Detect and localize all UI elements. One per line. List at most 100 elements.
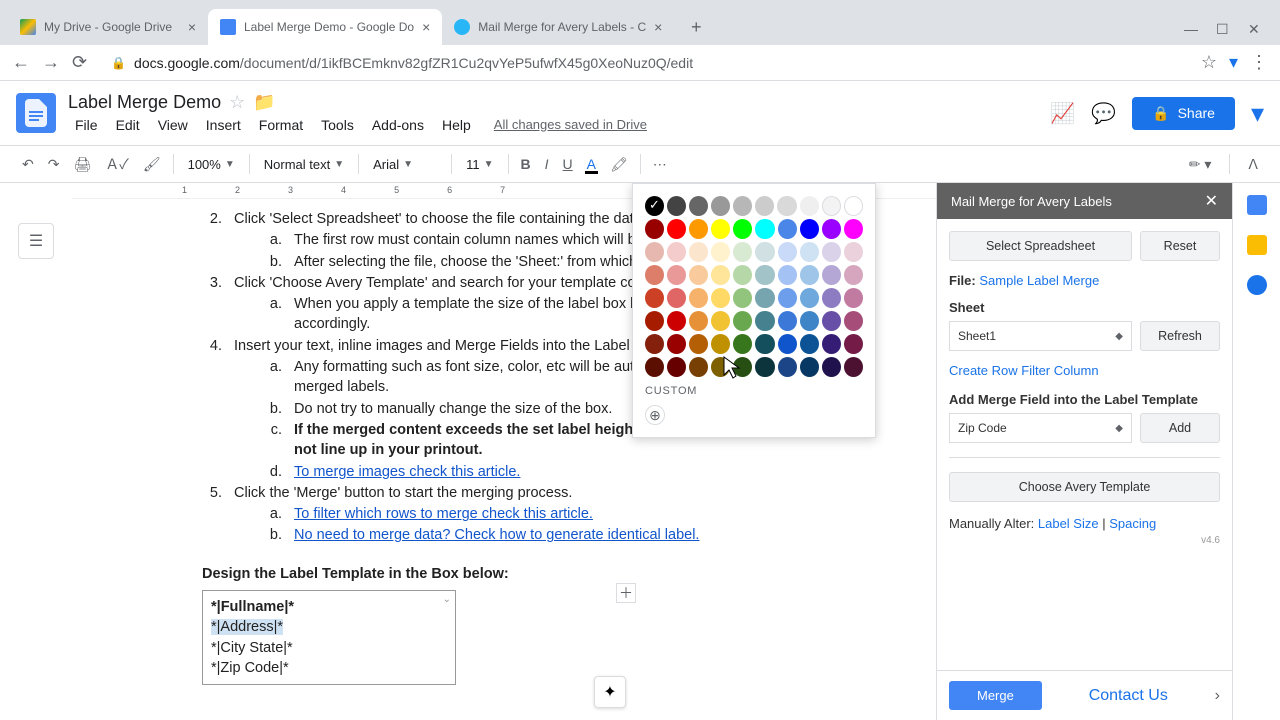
field-dropdown[interactable]: Zip Code◆ bbox=[949, 413, 1132, 443]
color-swatch[interactable] bbox=[667, 288, 686, 308]
menu-edit[interactable]: Edit bbox=[109, 115, 147, 135]
docs-logo-icon[interactable] bbox=[16, 93, 56, 133]
color-swatch[interactable] bbox=[711, 311, 730, 331]
color-swatch[interactable] bbox=[800, 196, 819, 216]
refresh-button[interactable]: Refresh bbox=[1140, 321, 1220, 351]
chevron-right-icon[interactable]: › bbox=[1215, 687, 1220, 705]
color-swatch[interactable] bbox=[667, 219, 686, 239]
menu-insert[interactable]: Insert bbox=[199, 115, 248, 135]
color-swatch[interactable] bbox=[844, 219, 863, 239]
color-swatch[interactable] bbox=[733, 357, 752, 377]
maximize-icon[interactable]: ☐ bbox=[1216, 21, 1228, 33]
extension-icon[interactable]: ▾ bbox=[1229, 52, 1238, 73]
underline-button[interactable]: U bbox=[557, 152, 579, 176]
menu-help[interactable]: Help bbox=[435, 115, 478, 135]
color-swatch[interactable] bbox=[800, 288, 819, 308]
color-swatch[interactable] bbox=[711, 265, 730, 285]
color-swatch[interactable] bbox=[645, 357, 664, 377]
color-swatch[interactable] bbox=[778, 288, 797, 308]
color-swatch[interactable] bbox=[667, 265, 686, 285]
color-swatch[interactable] bbox=[733, 265, 752, 285]
share-button[interactable]: 🔒 Share bbox=[1132, 97, 1235, 130]
color-swatch[interactable] bbox=[844, 311, 863, 331]
color-swatch[interactable] bbox=[844, 196, 863, 216]
add-field-button[interactable]: Add bbox=[1140, 413, 1220, 443]
close-window-icon[interactable]: ✕ bbox=[1248, 21, 1260, 33]
color-swatch[interactable] bbox=[800, 265, 819, 285]
italic-button[interactable]: I bbox=[539, 152, 555, 176]
url-bar[interactable]: 🔒 docs.google.com/document/d/1ikfBCEmknv… bbox=[99, 55, 1189, 71]
editing-mode-button[interactable]: ✏ ▾ bbox=[1183, 152, 1218, 177]
color-swatch[interactable] bbox=[777, 196, 796, 216]
zoom-dropdown[interactable]: 100%▼ bbox=[180, 153, 243, 176]
color-swatch[interactable] bbox=[822, 242, 841, 262]
color-swatch[interactable] bbox=[755, 311, 774, 331]
color-swatch[interactable] bbox=[733, 219, 752, 239]
paint-format-button[interactable]: 🖌 bbox=[137, 152, 167, 177]
color-swatch[interactable] bbox=[800, 357, 819, 377]
color-swatch[interactable] bbox=[800, 334, 819, 354]
color-swatch[interactable] bbox=[844, 288, 863, 308]
back-icon[interactable]: ← bbox=[12, 52, 30, 73]
color-swatch[interactable] bbox=[778, 242, 797, 262]
color-swatch[interactable] bbox=[822, 334, 841, 354]
color-swatch[interactable] bbox=[733, 196, 752, 216]
color-swatch[interactable] bbox=[689, 219, 708, 239]
create-filter-link[interactable]: Create Row Filter Column bbox=[949, 363, 1220, 378]
color-swatch[interactable] bbox=[822, 311, 841, 331]
color-swatch[interactable] bbox=[800, 219, 819, 239]
outline-button[interactable]: ☰ bbox=[18, 223, 54, 259]
color-swatch[interactable] bbox=[645, 242, 664, 262]
color-swatch[interactable] bbox=[645, 265, 664, 285]
add-custom-color-button[interactable]: ⊕ bbox=[645, 405, 665, 425]
color-swatch[interactable] bbox=[733, 311, 752, 331]
color-swatch[interactable] bbox=[844, 334, 863, 354]
menu-tools[interactable]: Tools bbox=[314, 115, 361, 135]
color-swatch[interactable] bbox=[822, 357, 841, 377]
highlight-button[interactable]: 🖍 bbox=[604, 152, 634, 177]
menu-addons[interactable]: Add-ons bbox=[365, 115, 431, 135]
browser-tab-addon[interactable]: Mail Merge for Avery Labels - C × bbox=[442, 9, 674, 45]
color-swatch[interactable] bbox=[822, 219, 841, 239]
browser-tab-docs[interactable]: Label Merge Demo - Google Do × bbox=[208, 9, 442, 45]
explore-button[interactable]: ✦ bbox=[594, 676, 626, 708]
spellcheck-button[interactable]: Ａ✓ bbox=[99, 150, 135, 178]
color-swatch[interactable] bbox=[689, 265, 708, 285]
menu-file[interactable]: File bbox=[68, 115, 105, 135]
color-swatch[interactable] bbox=[778, 357, 797, 377]
color-swatch[interactable] bbox=[755, 242, 774, 262]
color-swatch[interactable] bbox=[733, 288, 752, 308]
color-swatch[interactable] bbox=[733, 242, 752, 262]
merge-images-link[interactable]: To merge images check this article. bbox=[294, 464, 520, 480]
tasks-icon[interactable] bbox=[1247, 275, 1267, 295]
color-swatch[interactable] bbox=[711, 219, 730, 239]
color-swatch[interactable] bbox=[689, 334, 708, 354]
spacing-link[interactable]: Spacing bbox=[1109, 516, 1156, 531]
folder-icon[interactable]: 📁 bbox=[253, 92, 275, 113]
reload-icon[interactable]: ⟳ bbox=[72, 52, 87, 73]
close-addon-icon[interactable]: ✕ bbox=[1205, 191, 1218, 211]
new-tab-button[interactable]: + bbox=[682, 13, 710, 41]
select-spreadsheet-button[interactable]: Select Spreadsheet bbox=[949, 231, 1132, 261]
label-template-box[interactable]: ⌄ *|Fullname|* *|Address|* *|City State|… bbox=[202, 590, 456, 685]
color-swatch[interactable] bbox=[645, 311, 664, 331]
label-size-link[interactable]: Label Size bbox=[1038, 516, 1099, 531]
box-handle-icon[interactable]: ⌄ bbox=[443, 593, 451, 607]
color-swatch[interactable] bbox=[822, 196, 841, 216]
close-icon[interactable]: × bbox=[422, 19, 430, 35]
color-swatch[interactable] bbox=[645, 219, 664, 239]
choose-template-button[interactable]: Choose Avery Template bbox=[949, 472, 1220, 502]
style-dropdown[interactable]: Normal text▼ bbox=[256, 153, 352, 176]
color-swatch[interactable] bbox=[755, 219, 774, 239]
sheet-dropdown[interactable]: Sheet1◆ bbox=[949, 321, 1132, 351]
close-icon[interactable]: × bbox=[654, 19, 662, 35]
filter-rows-link[interactable]: To filter which rows to merge check this… bbox=[294, 506, 593, 522]
color-swatch[interactable] bbox=[844, 242, 863, 262]
star-icon[interactable]: ☆ bbox=[1201, 52, 1217, 73]
star-icon[interactable]: ☆ bbox=[229, 92, 245, 113]
color-swatch[interactable] bbox=[711, 357, 730, 377]
saved-status[interactable]: All changes saved in Drive bbox=[494, 117, 647, 132]
color-swatch[interactable] bbox=[645, 334, 664, 354]
browser-tab-drive[interactable]: My Drive - Google Drive × bbox=[8, 9, 208, 45]
color-swatch[interactable] bbox=[667, 242, 686, 262]
